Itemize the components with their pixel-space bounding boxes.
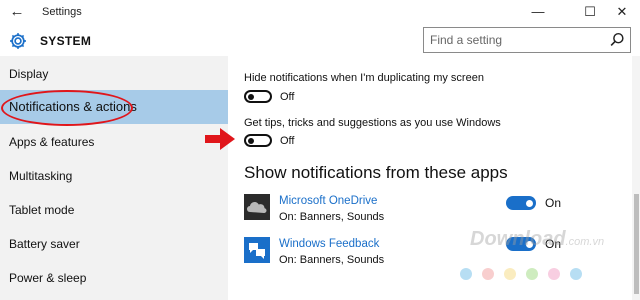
watermark-ext: .com.vn bbox=[565, 236, 605, 248]
maximize-button[interactable]: ☐ bbox=[572, 0, 608, 24]
main-content: Hide notifications when I'm duplicating … bbox=[228, 56, 632, 300]
title-bar: ← Settings — ☐ ✕ bbox=[0, 0, 640, 24]
scrollbar-thumb[interactable] bbox=[634, 194, 639, 294]
setting-label-tips-tricks: Get tips, tricks and suggestions as you … bbox=[244, 117, 501, 129]
sidebar-item-battery-saver[interactable]: Battery saver bbox=[0, 227, 228, 261]
sidebar-item-label: Tablet mode bbox=[9, 203, 75, 217]
sidebar-item-label: Power & sleep bbox=[9, 271, 87, 285]
toggle-knob bbox=[526, 199, 533, 207]
sidebar-item-label: Notifications & actions bbox=[9, 99, 137, 114]
back-arrow-icon[interactable]: ← bbox=[6, 2, 28, 22]
toggle-knob bbox=[248, 93, 254, 100]
app-name-onedrive[interactable]: Microsoft OneDrive bbox=[279, 195, 377, 207]
sidebar-item-power-sleep[interactable]: Power & sleep bbox=[0, 261, 228, 295]
app-name-windows-feedback[interactable]: Windows Feedback bbox=[279, 238, 379, 250]
scrollbar[interactable] bbox=[632, 56, 640, 300]
toggle-hide-notifications[interactable] bbox=[244, 90, 272, 103]
search-icon[interactable] bbox=[608, 31, 626, 49]
setting-label-hide-notifications: Hide notifications when I'm duplicating … bbox=[244, 72, 484, 84]
minimize-button[interactable]: — bbox=[520, 0, 556, 24]
sidebar-item-notifications[interactable]: Notifications & actions bbox=[0, 90, 228, 124]
watermark-text: Download bbox=[470, 228, 566, 250]
sidebar-item-display[interactable]: Display bbox=[0, 57, 228, 91]
sidebar-item-label: Battery saver bbox=[9, 237, 80, 251]
app-detail-windows-feedback: On: Banners, Sounds bbox=[279, 254, 385, 266]
section-heading-apps: Show notifications from these apps bbox=[244, 163, 508, 182]
sidebar-item-label: Display bbox=[9, 67, 49, 81]
onedrive-app-icon bbox=[244, 194, 270, 220]
toggle-state-label: Off bbox=[280, 91, 295, 103]
sidebar-item-multitasking[interactable]: Multitasking bbox=[0, 159, 228, 193]
toggle-tips-tricks[interactable] bbox=[244, 134, 272, 147]
sidebar-item-label: Apps & features bbox=[9, 135, 95, 149]
windows-feedback-app-icon bbox=[244, 237, 270, 263]
window-title: Settings bbox=[42, 6, 82, 18]
sidebar: Display Notifications & actions Apps & f… bbox=[0, 56, 228, 300]
page-title: SYSTEM bbox=[40, 34, 92, 48]
sidebar-item-apps-features[interactable]: Apps & features bbox=[0, 125, 228, 159]
toggle-knob bbox=[248, 137, 254, 144]
close-button[interactable]: ✕ bbox=[604, 0, 640, 24]
search-box[interactable] bbox=[423, 27, 631, 53]
gear-icon bbox=[10, 33, 26, 49]
toggle-onedrive[interactable] bbox=[506, 196, 536, 210]
sidebar-item-tablet-mode[interactable]: Tablet mode bbox=[0, 193, 228, 227]
annotation-arrow-icon bbox=[205, 128, 235, 150]
sidebar-item-label: Multitasking bbox=[9, 169, 73, 183]
toggle-state-label: Off bbox=[280, 135, 295, 147]
watermark: Download.com.vn bbox=[470, 228, 604, 258]
search-input[interactable] bbox=[424, 28, 604, 52]
watermark-dots-icon bbox=[460, 268, 582, 280]
toggle-state-label: On bbox=[545, 196, 562, 210]
app-detail-onedrive: On: Banners, Sounds bbox=[279, 211, 385, 223]
